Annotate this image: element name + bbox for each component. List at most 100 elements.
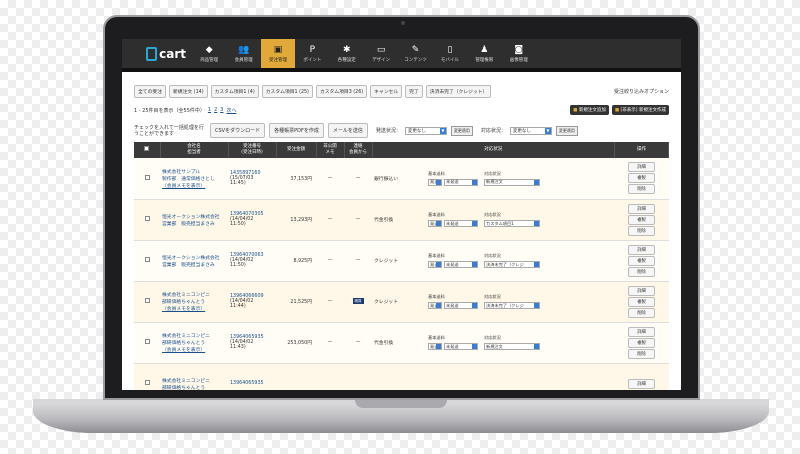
filter-button[interactable]: 完了 bbox=[405, 85, 423, 98]
ship-state-select[interactable]: 未発送 bbox=[444, 261, 478, 268]
ship-type-select[interactable]: 発送 bbox=[428, 343, 442, 350]
nav-item-5[interactable]: ▭ デザイン bbox=[364, 39, 398, 68]
duplicate-button[interactable]: 複製 bbox=[628, 296, 655, 307]
filter-button[interactable]: カスタム項目3 (26) bbox=[315, 85, 368, 98]
table-header-row: 会社名 担当者 受注番号 (受注日時) 受注金額 非公開 メモ 連絡 会員から … bbox=[134, 142, 669, 158]
ship-state-select[interactable]: 未発送 bbox=[444, 343, 478, 350]
select-all-header[interactable] bbox=[134, 142, 161, 158]
nav-item-1[interactable]: 👥 会員管理 bbox=[226, 39, 260, 68]
resp-state-select[interactable]: 新規注文 bbox=[484, 178, 540, 186]
basic-label: 基本送料 bbox=[428, 294, 445, 299]
company-link[interactable]: 株式会社ミニコンピニ bbox=[162, 377, 226, 384]
delete-button[interactable]: 削除 bbox=[628, 307, 655, 318]
pager-actions: ■ 新規注文追加 ■ [非表示] 新規注文作成 bbox=[570, 105, 669, 115]
person-link[interactable]: 営業部 販売担当まさみ bbox=[162, 220, 226, 227]
nav-item-3[interactable]: P ポイント bbox=[295, 39, 329, 68]
row-checkbox[interactable] bbox=[144, 257, 150, 262]
memo-cell: — bbox=[316, 199, 344, 241]
nav-item-label: コンテンツ bbox=[404, 57, 427, 63]
resp-apply-button[interactable]: 変更適用 bbox=[555, 125, 578, 136]
delete-button[interactable]: 削除 bbox=[628, 348, 655, 359]
company-link[interactable]: 株式会社ミニコンピニ bbox=[162, 332, 226, 339]
person-link[interactable]: 製作部 通常価格さとし bbox=[162, 175, 226, 182]
duplicate-button[interactable]: 複製 bbox=[628, 337, 655, 348]
nav-item-9[interactable]: ◙ 画像管理 bbox=[502, 39, 536, 68]
row-checkbox[interactable] bbox=[144, 216, 150, 221]
delete-button[interactable]: 削除 bbox=[628, 184, 655, 195]
person-link[interactable]: 部研価格ちゃんとう bbox=[162, 384, 226, 391]
create-order-button[interactable]: ■ [非表示] 新規注文作成 bbox=[611, 105, 669, 115]
resp-state-select[interactable]: 決済未完了（クレジ bbox=[484, 261, 540, 268]
nav-item-6[interactable]: ✎ コンテンツ bbox=[398, 39, 432, 68]
detail-button[interactable]: 詳細 bbox=[628, 162, 655, 173]
page-1-link[interactable]: 1 bbox=[208, 107, 211, 113]
resp-state-select[interactable]: 決済未完了（クレジ bbox=[484, 302, 540, 309]
row-checkbox[interactable] bbox=[144, 339, 150, 344]
pdf-create-button[interactable]: 各種帳票PDFを作成 bbox=[269, 123, 324, 138]
csv-download-button[interactable]: CSVをダウンロード bbox=[210, 123, 266, 138]
company-link[interactable]: 恒光オークション株式会社 bbox=[162, 213, 226, 220]
order-no-link[interactable]: 13964065935 bbox=[230, 381, 274, 386]
add-order-button[interactable]: ■ 新規注文追加 bbox=[570, 105, 609, 115]
filter-button[interactable]: 決済未完了（クレジット） bbox=[425, 85, 492, 98]
detail-button[interactable]: 詳細 bbox=[628, 203, 655, 214]
person-link[interactable]: 営業部 販売担当まさみ bbox=[162, 261, 226, 268]
actions-cell: 詳細 複製 削除 bbox=[614, 281, 669, 323]
row-checkbox[interactable] bbox=[144, 298, 150, 303]
resp-status-select[interactable]: 変更なし ▼ bbox=[509, 126, 552, 135]
company-link[interactable]: 株式会社サンプル bbox=[162, 168, 226, 175]
filter-button[interactable]: 新規注文 (14) bbox=[169, 85, 208, 98]
person-link[interactable]: 部研価格ちゃんとう bbox=[162, 339, 226, 346]
delete-button[interactable]: 削除 bbox=[628, 266, 655, 277]
resp-state-select[interactable]: カスタム項目1 bbox=[484, 220, 540, 227]
row-checkbox[interactable] bbox=[144, 380, 150, 385]
ship-state-select[interactable]: 未発送 bbox=[444, 220, 478, 227]
member-memo-link[interactable]: （会員メモを表示） bbox=[162, 346, 226, 353]
chevron-down-icon bbox=[534, 303, 539, 308]
duplicate-button[interactable]: 複製 bbox=[628, 173, 655, 184]
send-mail-button[interactable]: メールを送信 bbox=[327, 123, 368, 138]
ship-type-select[interactable]: 発送 bbox=[428, 220, 442, 227]
nav-item-4[interactable]: ✱ 各種設定 bbox=[330, 39, 364, 68]
next-page-link[interactable]: 次へ bbox=[226, 107, 236, 114]
select-all-checkbox[interactable] bbox=[144, 146, 150, 151]
company-link[interactable]: 恒光オークション株式会社 bbox=[162, 254, 226, 261]
filter-button[interactable]: カスタム項目1 (4) bbox=[210, 85, 259, 98]
nav-item-8[interactable]: ♟ 管理権限 bbox=[467, 39, 501, 68]
ship-type-select[interactable]: 発送 bbox=[428, 261, 442, 268]
company-link[interactable]: 株式会社ミニコンピニ bbox=[162, 291, 226, 298]
resp-status-value: 変更なし bbox=[512, 128, 531, 134]
detail-button[interactable]: 詳細 bbox=[628, 244, 655, 255]
contact-cell: — bbox=[344, 158, 372, 200]
filter-button[interactable]: 全ての受注 bbox=[134, 85, 166, 98]
filter-button[interactable]: キャンセル bbox=[370, 85, 403, 98]
ship-state-select[interactable]: 未発送 bbox=[444, 302, 478, 309]
camera-icon bbox=[401, 21, 405, 25]
ship-status-select[interactable]: 変更なし ▼ bbox=[404, 126, 447, 135]
nav-item-0[interactable]: ◆ 商品管理 bbox=[192, 39, 226, 68]
detail-button[interactable]: 詳細 bbox=[628, 326, 655, 337]
nav-item-2[interactable]: ▣ 受注管理 bbox=[260, 39, 296, 68]
actions-cell: 詳細 複製 削除 bbox=[614, 199, 669, 241]
ship-type-select[interactable]: 発送 bbox=[428, 178, 442, 186]
ship-type-select[interactable]: 発送 bbox=[428, 302, 442, 309]
member-memo-link[interactable]: （会員メモを表示） bbox=[162, 305, 226, 312]
ship-apply-button[interactable]: 変更適用 bbox=[450, 125, 473, 136]
delete-button[interactable]: 削除 bbox=[628, 225, 655, 236]
row-checkbox[interactable] bbox=[144, 174, 150, 180]
duplicate-button[interactable]: 複製 bbox=[628, 255, 655, 266]
person-link[interactable]: 部研価格ちゃんとう bbox=[162, 298, 226, 305]
resp-state-select[interactable]: 新規注文 bbox=[484, 343, 540, 350]
ship-state-select[interactable]: 未発送 bbox=[444, 178, 478, 186]
page-2-link[interactable]: 2 bbox=[214, 107, 217, 113]
member-memo-link[interactable]: （会員メモを表示） bbox=[162, 182, 226, 189]
nav-item-7[interactable]: ▯ モバイル bbox=[433, 39, 467, 68]
filter-button[interactable]: カスタム項目1 (25) bbox=[261, 85, 313, 98]
duplicate-button[interactable]: 複製 bbox=[628, 214, 655, 225]
logo[interactable]: cart bbox=[122, 39, 192, 68]
order-time: 11:50) bbox=[230, 222, 246, 227]
filter-option-link[interactable]: 受注絞り込みオプション bbox=[614, 88, 669, 95]
detail-button[interactable]: 詳細 bbox=[628, 285, 655, 296]
page-3-link[interactable]: 3 bbox=[220, 107, 223, 113]
detail-button[interactable]: 詳細 bbox=[628, 378, 655, 389]
